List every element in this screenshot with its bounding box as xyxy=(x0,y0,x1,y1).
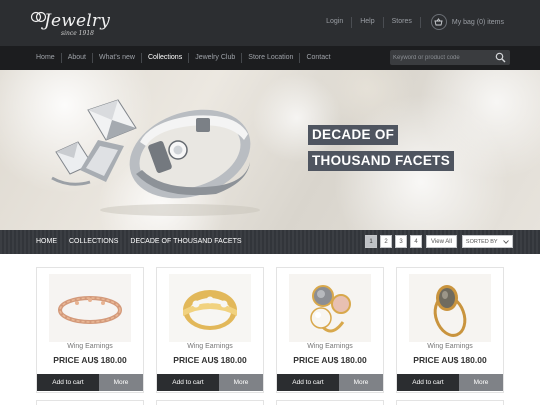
more-button[interactable]: More xyxy=(339,374,383,391)
add-to-cart-button[interactable]: Add to cart xyxy=(397,374,459,391)
logo-subtext: since 1918 xyxy=(61,30,94,37)
product-name[interactable]: Wing Earnings xyxy=(157,343,263,350)
product-card[interactable]: Wing Earnings PRICE AU$ 180.00 Add to ca… xyxy=(276,267,384,393)
product-card[interactable]: Wing Earnings PRICE AU$ 180.00 Add to ca… xyxy=(156,267,264,393)
page: Jewelry since 1918 Login Help Stores My … xyxy=(0,0,540,405)
login-link[interactable]: Login xyxy=(318,13,351,31)
hero-title-line-2: THOUSAND FACETS xyxy=(308,151,455,171)
search-icon[interactable] xyxy=(495,52,506,63)
product-price: PRICE AU$ 180.00 xyxy=(293,355,367,365)
product-card-partial xyxy=(396,400,504,405)
help-link[interactable]: Help xyxy=(352,13,382,31)
logo[interactable]: Jewelry since 1918 xyxy=(30,8,110,38)
breadcrumb-collections[interactable]: COLLECTIONS xyxy=(63,230,124,254)
bag-count-text: My bag (0) items xyxy=(451,18,504,26)
product-image[interactable] xyxy=(49,274,131,342)
nav-item-about[interactable]: About xyxy=(62,46,92,70)
chevron-down-icon xyxy=(503,239,509,244)
product-name[interactable]: Wing Earnings xyxy=(277,343,383,350)
main-nav: Home About What's new Collections Jewelr… xyxy=(0,46,540,70)
breadcrumb-home[interactable]: HOME xyxy=(30,230,63,254)
breadcrumb: HOME COLLECTIONS DECADE OF THOUSAND FACE… xyxy=(30,230,248,254)
pagination: 1 2 3 4 View All SORTED BY xyxy=(365,234,513,249)
view-all-button[interactable]: View All xyxy=(426,235,457,248)
breadcrumb-current: DECADE OF THOUSAND FACETS xyxy=(130,238,242,245)
more-button[interactable]: More xyxy=(459,374,503,391)
product-price: PRICE AU$ 180.00 xyxy=(53,355,127,365)
product-grid: Wing Earnings PRICE AU$ 180.00 Add to ca… xyxy=(36,267,506,393)
page-button-1[interactable]: 1 xyxy=(365,235,377,248)
product-image[interactable] xyxy=(169,274,251,342)
top-links: Login Help Stores My bag (0) items xyxy=(318,13,504,31)
product-name[interactable]: Wing Earnings xyxy=(397,343,503,350)
product-card-partial xyxy=(36,400,144,405)
hero-banner: DECADE OF THOUSAND FACETS xyxy=(0,70,540,230)
hero-title-line-1: DECADE OF xyxy=(308,125,399,145)
sort-select[interactable]: SORTED BY xyxy=(461,235,513,248)
stores-link[interactable]: Stores xyxy=(384,13,420,31)
search-input[interactable] xyxy=(393,50,489,65)
product-card[interactable]: Wing Earnings PRICE AU$ 180.00 Add to ca… xyxy=(396,267,504,393)
shopping-basket-icon xyxy=(430,14,447,30)
nav-item-contact[interactable]: Contact xyxy=(300,46,336,70)
top-bar: Jewelry since 1918 Login Help Stores My … xyxy=(0,0,540,46)
nav-item-store-location[interactable]: Store Location xyxy=(242,46,299,70)
nav-items: Home About What's new Collections Jewelr… xyxy=(30,46,337,70)
search-box xyxy=(390,50,510,65)
product-card-partial xyxy=(276,400,384,405)
product-price: PRICE AU$ 180.00 xyxy=(173,355,247,365)
product-price: PRICE AU$ 180.00 xyxy=(413,355,487,365)
add-to-cart-button[interactable]: Add to cart xyxy=(37,374,99,391)
sort-select-label: SORTED BY xyxy=(465,238,498,245)
product-name[interactable]: Wing Earnings xyxy=(37,343,143,350)
hero-jewelry-image xyxy=(51,99,260,216)
hero-title: DECADE OF THOUSAND FACETS xyxy=(308,125,455,171)
add-to-cart-button[interactable]: Add to cart xyxy=(157,374,219,391)
product-card[interactable]: Wing Earnings PRICE AU$ 180.00 Add to ca… xyxy=(36,267,144,393)
page-button-2[interactable]: 2 xyxy=(380,235,392,248)
nav-item-home[interactable]: Home xyxy=(30,46,61,70)
logo-text: Jewelry xyxy=(44,11,111,31)
product-image[interactable] xyxy=(409,274,491,342)
product-image[interactable] xyxy=(289,274,371,342)
nav-item-collections[interactable]: Collections xyxy=(142,46,188,70)
product-card-partial xyxy=(156,400,264,405)
page-button-3[interactable]: 3 xyxy=(395,235,407,248)
more-button[interactable]: More xyxy=(99,374,143,391)
breadcrumb-bar: HOME COLLECTIONS DECADE OF THOUSAND FACE… xyxy=(0,230,540,254)
bag-link[interactable]: My bag (0) items xyxy=(421,14,504,30)
page-button-4[interactable]: 4 xyxy=(410,235,422,248)
nav-item-jewelry-club[interactable]: Jewelry Club xyxy=(189,46,241,70)
more-button[interactable]: More xyxy=(219,374,263,391)
add-to-cart-button[interactable]: Add to cart xyxy=(277,374,339,391)
nav-item-whats-new[interactable]: What's new xyxy=(93,46,141,70)
